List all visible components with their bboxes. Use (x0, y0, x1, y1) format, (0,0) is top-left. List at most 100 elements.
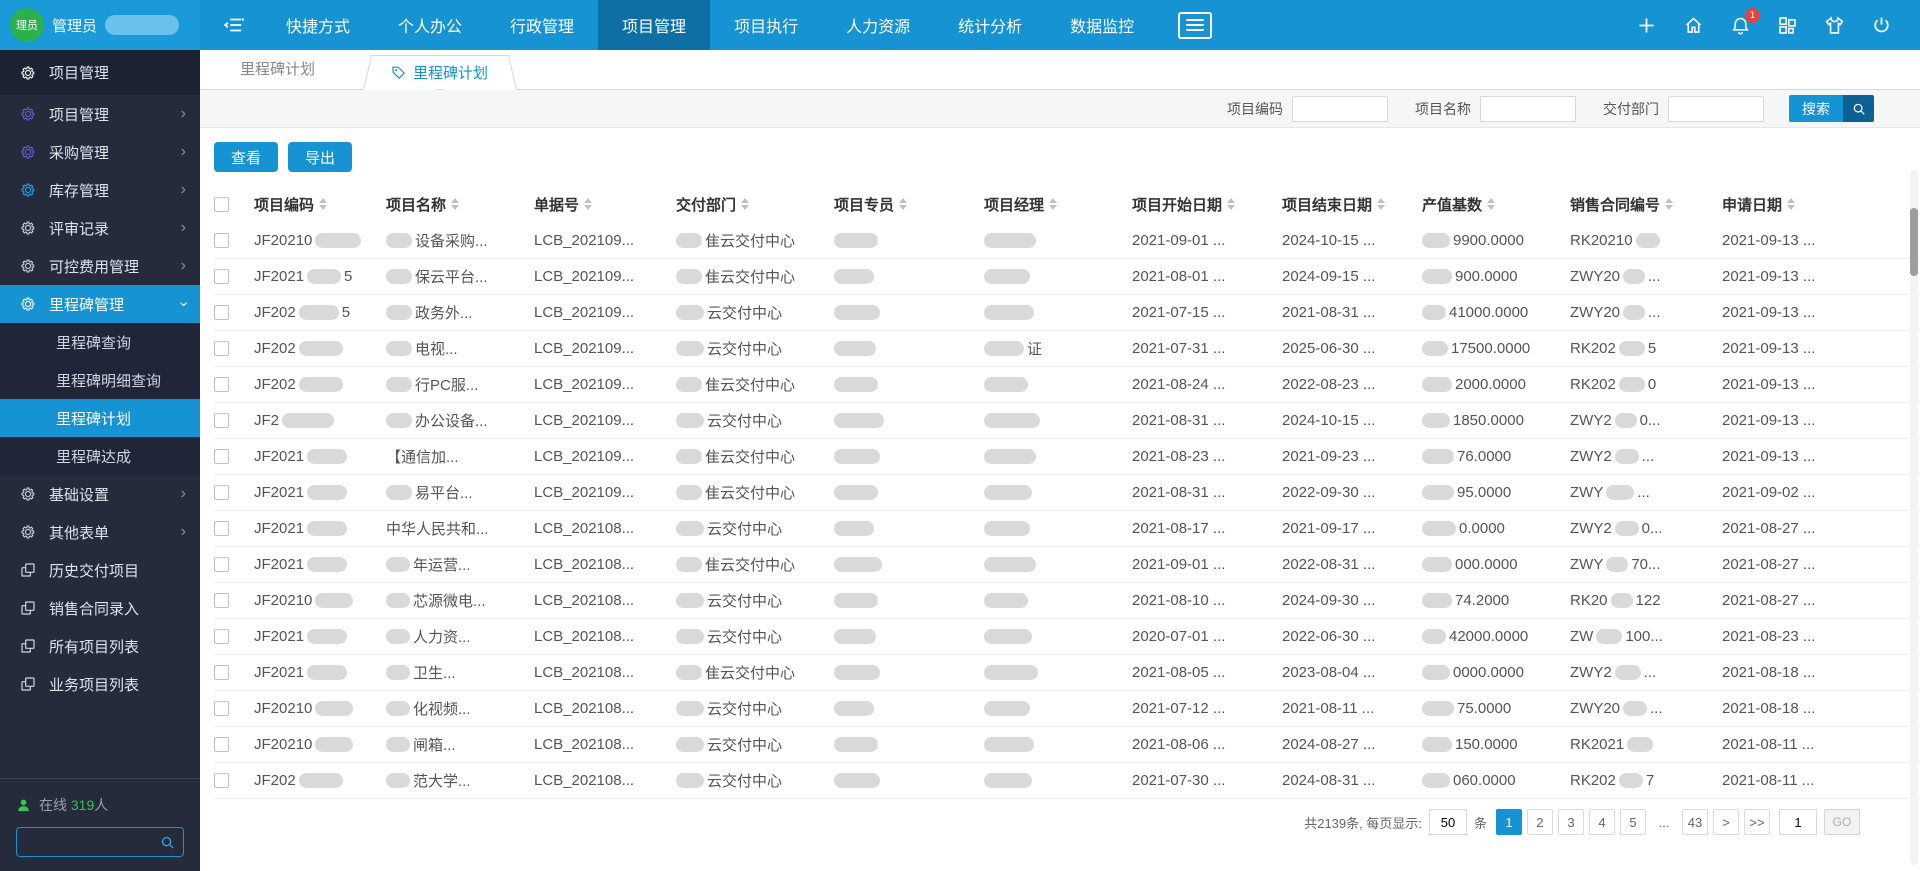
row-checkbox[interactable] (214, 665, 229, 680)
page-button-2[interactable]: 2 (1527, 809, 1553, 835)
page-button->[interactable]: > (1713, 809, 1739, 835)
row-checkbox[interactable] (214, 377, 229, 392)
sidebar-item-采购管理[interactable]: 采购管理 › (0, 133, 200, 171)
sidebar-item-label: 业务项目列表 (49, 676, 140, 694)
page-button-3[interactable]: 3 (1558, 809, 1584, 835)
column-header-项目名称[interactable]: 项目名称 (386, 194, 534, 215)
scrollbar-track[interactable] (1910, 170, 1918, 865)
delivery-dept-input[interactable] (1668, 95, 1764, 122)
nav-item-个人办公[interactable]: 个人办公 (374, 0, 486, 50)
avatar[interactable]: 理员 (10, 8, 44, 42)
page-size-input[interactable] (1428, 809, 1467, 835)
scrollbar-thumb[interactable] (1910, 208, 1918, 276)
more-menu-icon[interactable] (1178, 11, 1213, 39)
grid-icon[interactable] (1777, 15, 1798, 36)
view-button[interactable]: 查看 (214, 142, 279, 172)
row-checkbox[interactable] (214, 305, 229, 320)
search-icon[interactable] (160, 835, 175, 850)
sidebar-item-库存管理[interactable]: 库存管理 › (0, 171, 200, 209)
export-button[interactable]: 导出 (288, 142, 353, 172)
row-checkbox[interactable] (214, 521, 229, 536)
sidebar-item-可控费用管理[interactable]: 可控费用管理 › (0, 247, 200, 285)
nav-item-人力资源[interactable]: 人力资源 (822, 0, 934, 50)
search-button[interactable]: 搜索 (1789, 95, 1874, 122)
table-cell: 0000.0000 (1422, 664, 1570, 681)
collapse-sidebar-icon[interactable] (222, 0, 244, 50)
row-checkbox[interactable] (214, 773, 229, 788)
column-header-产值基数[interactable]: 产值基数 (1422, 194, 1570, 215)
sidebar-item-里程碑管理[interactable]: 里程碑管理 › (0, 285, 200, 323)
row-checkbox[interactable] (214, 233, 229, 248)
column-header-项目编码[interactable]: 项目编码 (254, 194, 386, 215)
page-button-4[interactable]: 4 (1589, 809, 1615, 835)
nav-item-数据监控[interactable]: 数据监控 (1046, 0, 1158, 50)
go-button[interactable]: GO (1824, 809, 1860, 835)
column-header-项目经理[interactable]: 项目经理 (984, 194, 1132, 215)
nav-item-快捷方式[interactable]: 快捷方式 (262, 0, 374, 50)
row-checkbox[interactable] (214, 737, 229, 752)
column-header-销售合同编号[interactable]: 销售合同编号 (1570, 194, 1722, 215)
nav-item-行政管理[interactable]: 行政管理 (486, 0, 598, 50)
table-cell: 人力资... (386, 626, 534, 647)
sidebar-item-label: 销售合同录入 (49, 600, 140, 618)
sidebar-item-里程碑计划[interactable]: 里程碑计划 (0, 399, 200, 437)
column-header-项目结束日期[interactable]: 项目结束日期 (1282, 194, 1422, 215)
project-name-input[interactable] (1480, 95, 1576, 122)
sidebar-item-项目管理[interactable]: 项目管理 (0, 50, 200, 95)
column-header-项目开始日期[interactable]: 项目开始日期 (1132, 194, 1282, 215)
column-header-申请日期[interactable]: 申请日期 (1722, 194, 1854, 215)
power-icon[interactable] (1871, 15, 1892, 36)
select-all-checkbox[interactable] (214, 196, 229, 212)
row-checkbox[interactable] (214, 557, 229, 572)
table-cell: 隹云交付中心 (676, 662, 834, 683)
table-cell: 2022-06-30 ... (1282, 628, 1376, 645)
sidebar-item-评审记录[interactable]: 评审记录 › (0, 209, 200, 247)
row-checkbox[interactable] (214, 449, 229, 464)
table-cell: JF2021 (254, 664, 386, 681)
redacted-blur (386, 773, 410, 788)
row-checkbox[interactable] (214, 701, 229, 716)
sidebar-item-销售合同录入[interactable]: 销售合同录入 (0, 589, 200, 627)
table-cell: 易平台... (386, 482, 534, 503)
sidebar-item-项目管理[interactable]: 项目管理 › (0, 95, 200, 133)
nav-item-项目管理[interactable]: 项目管理 (598, 0, 711, 50)
nav-item-统计分析[interactable]: 统计分析 (934, 0, 1046, 50)
home-icon[interactable] (1683, 15, 1704, 36)
table-cell: JF2021 (254, 556, 386, 573)
page-button-43[interactable]: 43 (1682, 809, 1708, 835)
bell-icon[interactable]: 1 (1730, 7, 1760, 36)
sidebar-item-业务项目列表[interactable]: 业务项目列表 (0, 665, 200, 703)
redacted-blur (1422, 341, 1448, 356)
table-cell: JF2021 (254, 628, 386, 645)
row-checkbox[interactable] (214, 629, 229, 644)
sidebar-item-其他表单[interactable]: 其他表单 › (0, 513, 200, 551)
column-header-单据号[interactable]: 单据号 (534, 194, 676, 215)
column-header-交付部门[interactable]: 交付部门 (676, 194, 834, 215)
shirt-icon[interactable] (1824, 15, 1845, 36)
main-area: 里程碑计划 里程碑计划 项目编码 项目名称 交付部门 搜索 查看 导出 项目编码… (200, 50, 1920, 871)
project-code-input[interactable] (1292, 95, 1388, 122)
nav-item-项目执行[interactable]: 项目执行 (710, 0, 822, 50)
sidebar-item-里程碑达成[interactable]: 里程碑达成 (0, 437, 200, 475)
row-checkbox[interactable] (214, 341, 229, 356)
goto-page-input[interactable] (1779, 809, 1817, 835)
sidebar-item-里程碑明细查询[interactable]: 里程碑明细查询 (0, 361, 200, 399)
page-button-1[interactable]: 1 (1496, 809, 1522, 835)
plus-icon[interactable] (1636, 15, 1657, 36)
sidebar-item-里程碑查询[interactable]: 里程碑查询 (0, 323, 200, 361)
table-cell: LCB_202108... (534, 556, 635, 573)
sidebar-item-历史交付项目[interactable]: 历史交付项目 (0, 551, 200, 589)
page-button->>[interactable]: >> (1744, 809, 1770, 835)
row-checkbox[interactable] (214, 269, 229, 284)
row-checkbox[interactable] (214, 485, 229, 500)
sidebar-search-input[interactable] (25, 834, 160, 850)
sidebar-item-所有项目列表[interactable]: 所有项目列表 (0, 627, 200, 665)
sidebar-item-基础设置[interactable]: 基础设置 › (0, 475, 200, 513)
row-checkbox[interactable] (214, 593, 229, 608)
row-checkbox[interactable] (214, 413, 229, 428)
table-cell: 2021-08-11 ... (1722, 736, 1815, 753)
table-cell: 办公设备... (386, 410, 534, 431)
page-button-5[interactable]: 5 (1620, 809, 1646, 835)
tab-active[interactable]: 里程碑计划 (361, 55, 518, 90)
column-header-项目专员[interactable]: 项目专员 (834, 194, 984, 215)
